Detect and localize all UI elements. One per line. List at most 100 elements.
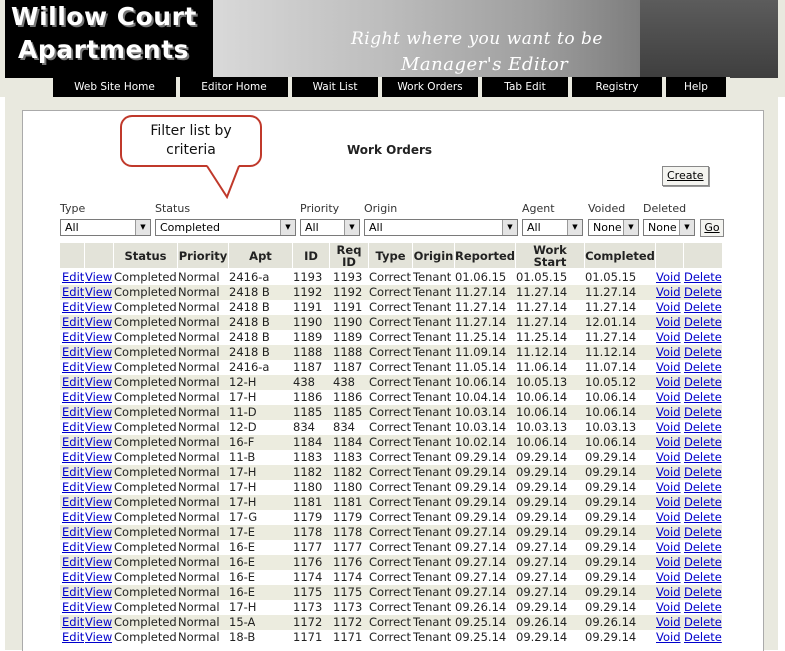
delete-link[interactable]: Delete <box>684 585 722 600</box>
view-link[interactable]: View <box>85 390 112 405</box>
view-link[interactable]: View <box>85 495 112 510</box>
view-link[interactable]: View <box>85 435 112 450</box>
void-link[interactable]: Void <box>656 525 681 540</box>
nav-item-editor-home[interactable]: Editor Home <box>180 77 292 97</box>
edit-link[interactable]: Edit <box>62 420 84 435</box>
nav-item-help[interactable]: Help <box>666 77 730 97</box>
view-link[interactable]: View <box>85 555 112 570</box>
view-link[interactable]: View <box>85 420 112 435</box>
edit-link[interactable]: Edit <box>62 615 84 630</box>
void-link[interactable]: Void <box>656 585 681 600</box>
view-link[interactable]: View <box>85 480 112 495</box>
filter-agent-select[interactable]: All ▼ <box>522 219 583 236</box>
delete-link[interactable]: Delete <box>684 540 722 555</box>
edit-link[interactable]: Edit <box>62 480 84 495</box>
edit-link[interactable]: Edit <box>62 585 84 600</box>
delete-link[interactable]: Delete <box>684 330 722 345</box>
edit-link[interactable]: Edit <box>62 315 84 330</box>
view-link[interactable]: View <box>85 540 112 555</box>
edit-link[interactable]: Edit <box>62 330 84 345</box>
delete-link[interactable]: Delete <box>684 345 722 360</box>
edit-link[interactable]: Edit <box>62 465 84 480</box>
void-link[interactable]: Void <box>656 270 681 285</box>
edit-link[interactable]: Edit <box>62 630 84 645</box>
edit-link[interactable]: Edit <box>62 600 84 615</box>
view-link[interactable]: View <box>85 585 112 600</box>
view-link[interactable]: View <box>85 630 112 645</box>
void-link[interactable]: Void <box>656 630 681 645</box>
edit-link[interactable]: Edit <box>62 510 84 525</box>
delete-link[interactable]: Delete <box>684 600 722 615</box>
delete-link[interactable]: Delete <box>684 525 722 540</box>
void-link[interactable]: Void <box>656 480 681 495</box>
filter-priority-select[interactable]: All ▼ <box>300 219 360 236</box>
view-link[interactable]: View <box>85 345 112 360</box>
nav-item-web-site-home[interactable]: Web Site Home <box>53 77 180 97</box>
edit-link[interactable]: Edit <box>62 360 84 375</box>
view-link[interactable]: View <box>85 450 112 465</box>
delete-link[interactable]: Delete <box>684 390 722 405</box>
edit-link[interactable]: Edit <box>62 270 84 285</box>
view-link[interactable]: View <box>85 300 112 315</box>
delete-link[interactable]: Delete <box>684 465 722 480</box>
nav-item-registry[interactable]: Registry <box>572 77 666 97</box>
edit-link[interactable]: Edit <box>62 540 84 555</box>
view-link[interactable]: View <box>85 375 112 390</box>
view-link[interactable]: View <box>85 510 112 525</box>
void-link[interactable]: Void <box>656 285 681 300</box>
void-link[interactable]: Void <box>656 465 681 480</box>
view-link[interactable]: View <box>85 465 112 480</box>
delete-link[interactable]: Delete <box>684 630 722 645</box>
view-link[interactable]: View <box>85 285 112 300</box>
view-link[interactable]: View <box>85 405 112 420</box>
void-link[interactable]: Void <box>656 345 681 360</box>
void-link[interactable]: Void <box>656 330 681 345</box>
edit-link[interactable]: Edit <box>62 405 84 420</box>
delete-link[interactable]: Delete <box>684 315 722 330</box>
void-link[interactable]: Void <box>656 615 681 630</box>
void-link[interactable]: Void <box>656 450 681 465</box>
delete-link[interactable]: Delete <box>684 615 722 630</box>
delete-link[interactable]: Delete <box>684 270 722 285</box>
void-link[interactable]: Void <box>656 510 681 525</box>
edit-link[interactable]: Edit <box>62 375 84 390</box>
delete-link[interactable]: Delete <box>684 510 722 525</box>
void-link[interactable]: Void <box>656 420 681 435</box>
void-link[interactable]: Void <box>656 300 681 315</box>
edit-link[interactable]: Edit <box>62 525 84 540</box>
delete-link[interactable]: Delete <box>684 300 722 315</box>
void-link[interactable]: Void <box>656 390 681 405</box>
go-button[interactable]: Go <box>700 219 724 237</box>
delete-link[interactable]: Delete <box>684 285 722 300</box>
create-button[interactable]: Create <box>662 166 709 186</box>
void-link[interactable]: Void <box>656 405 681 420</box>
delete-link[interactable]: Delete <box>684 405 722 420</box>
void-link[interactable]: Void <box>656 495 681 510</box>
edit-link[interactable]: Edit <box>62 300 84 315</box>
view-link[interactable]: View <box>85 360 112 375</box>
edit-link[interactable]: Edit <box>62 345 84 360</box>
void-link[interactable]: Void <box>656 360 681 375</box>
void-link[interactable]: Void <box>656 570 681 585</box>
filter-type-select[interactable]: All ▼ <box>60 219 151 236</box>
delete-link[interactable]: Delete <box>684 495 722 510</box>
nav-item-wait-list[interactable]: Wait List <box>292 77 382 97</box>
delete-link[interactable]: Delete <box>684 570 722 585</box>
view-link[interactable]: View <box>85 615 112 630</box>
edit-link[interactable]: Edit <box>62 435 84 450</box>
filter-origin-select[interactable]: All ▼ <box>364 219 518 236</box>
view-link[interactable]: View <box>85 570 112 585</box>
void-link[interactable]: Void <box>656 600 681 615</box>
void-link[interactable]: Void <box>656 435 681 450</box>
delete-link[interactable]: Delete <box>684 480 722 495</box>
site-logo[interactable]: Willow Court Apartments <box>5 0 213 78</box>
view-link[interactable]: View <box>85 315 112 330</box>
void-link[interactable]: Void <box>656 540 681 555</box>
edit-link[interactable]: Edit <box>62 390 84 405</box>
delete-link[interactable]: Delete <box>684 375 722 390</box>
void-link[interactable]: Void <box>656 375 681 390</box>
edit-link[interactable]: Edit <box>62 285 84 300</box>
delete-link[interactable]: Delete <box>684 555 722 570</box>
nav-item-tab-edit[interactable]: Tab Edit <box>482 77 572 97</box>
edit-link[interactable]: Edit <box>62 495 84 510</box>
